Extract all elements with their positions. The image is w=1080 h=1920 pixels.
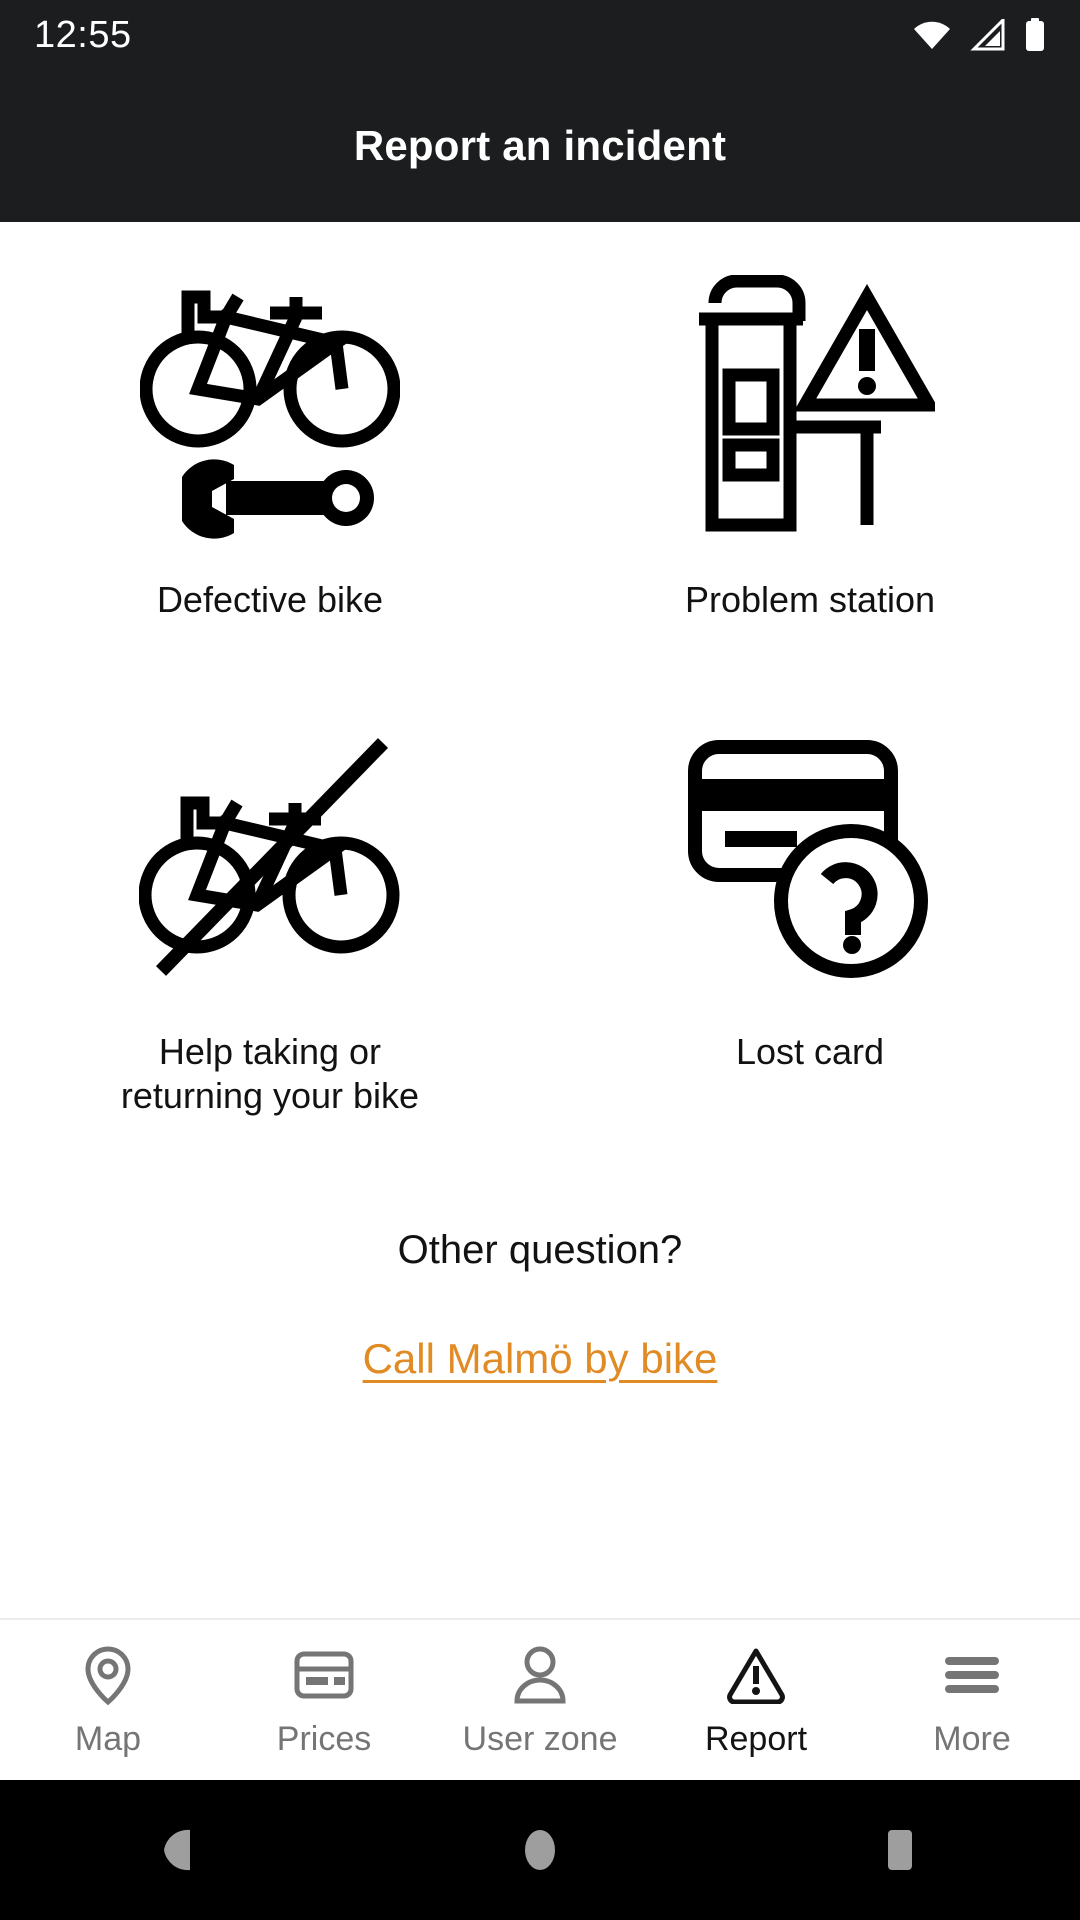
nav-item-user-zone[interactable]: User zone bbox=[432, 1620, 648, 1780]
card-question-icon bbox=[685, 708, 935, 1008]
other-question-block: Other question? Call Malmö by bike bbox=[0, 1228, 1080, 1383]
status-bar-time: 12:55 bbox=[34, 14, 132, 56]
option-problem-station[interactable]: Problem station bbox=[540, 256, 1080, 622]
option-defective-bike[interactable]: Defective bike bbox=[0, 256, 540, 622]
main-content: Defective bike Problem station Help taki… bbox=[0, 222, 1080, 1618]
call-support-link[interactable]: Call Malmö by bike bbox=[363, 1335, 718, 1383]
cellular-signal-icon bbox=[970, 19, 1006, 51]
option-help-taking-returning-bike[interactable]: Help taking or returning your bike bbox=[0, 708, 540, 1118]
system-navigation-bar bbox=[0, 1780, 1080, 1920]
nav-item-more[interactable]: More bbox=[864, 1620, 1080, 1780]
status-bar-icons bbox=[912, 18, 1046, 52]
map-pin-icon bbox=[82, 1644, 134, 1706]
incident-options-grid: Defective bike Problem station Help taki… bbox=[0, 222, 1080, 1118]
other-question-text: Other question? bbox=[397, 1227, 683, 1272]
option-label: Problem station bbox=[684, 579, 936, 620]
option-label: Lost card bbox=[735, 1030, 885, 1072]
app-bar: Report an incident bbox=[0, 70, 1080, 222]
app-screen: 12:55 Report an incident Defective bike … bbox=[0, 0, 1080, 1920]
home-icon[interactable] bbox=[450, 1780, 630, 1920]
page-title: Report an incident bbox=[353, 122, 727, 169]
nav-item-label: Report bbox=[704, 1720, 808, 1758]
option-lost-card[interactable]: Lost card bbox=[540, 708, 1080, 1118]
bike-wrench-icon bbox=[140, 256, 400, 556]
recents-icon[interactable] bbox=[810, 1780, 990, 1920]
credit-card-icon bbox=[293, 1644, 355, 1706]
station-warning-icon bbox=[685, 256, 935, 556]
nav-item-report[interactable]: Report bbox=[648, 1620, 864, 1780]
battery-icon bbox=[1024, 18, 1046, 52]
back-icon[interactable] bbox=[90, 1780, 270, 1920]
person-icon bbox=[512, 1644, 568, 1706]
option-label: Help taking or returning your bike bbox=[120, 1030, 420, 1116]
status-bar: 12:55 bbox=[0, 0, 1080, 70]
hamburger-menu-icon bbox=[941, 1644, 1003, 1706]
nav-item-label: Map bbox=[74, 1720, 142, 1758]
nav-item-prices[interactable]: Prices bbox=[216, 1620, 432, 1780]
nav-item-label: More bbox=[933, 1720, 1011, 1758]
option-label: Defective bike bbox=[156, 579, 384, 620]
warning-triangle-icon bbox=[726, 1644, 786, 1706]
bottom-navigation: Map Prices User zone Report More bbox=[0, 1618, 1080, 1780]
nav-item-map[interactable]: Map bbox=[0, 1620, 216, 1780]
bike-crossed-out-icon bbox=[139, 708, 401, 1008]
wifi-icon bbox=[912, 19, 952, 51]
nav-item-label: User zone bbox=[462, 1720, 618, 1758]
nav-item-label: Prices bbox=[276, 1720, 372, 1758]
